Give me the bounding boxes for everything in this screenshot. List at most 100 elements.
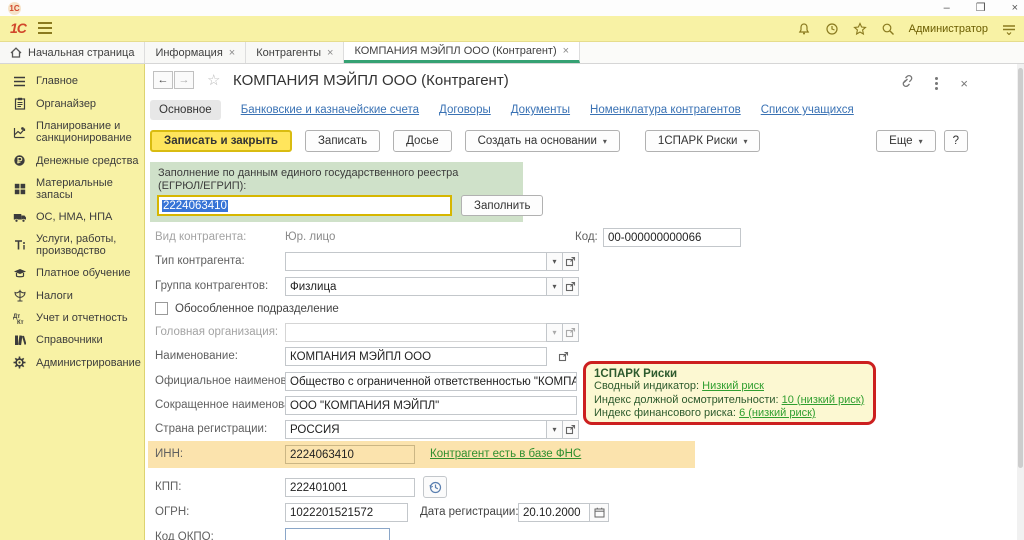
- close-tab-icon[interactable]: ×: [229, 47, 235, 59]
- name-open-button[interactable]: [555, 347, 572, 366]
- group-label: Группа контрагентов:: [155, 280, 268, 292]
- sidebar-item-label: Администрирование: [36, 357, 141, 369]
- sidebar-item-accounting[interactable]: ДтКт Учет и отчетность: [0, 307, 144, 329]
- nav-link-bank-accounts[interactable]: Банковские и казначейские счета: [241, 104, 419, 116]
- main-menu-icon[interactable]: [38, 22, 52, 34]
- country-open-button[interactable]: [562, 420, 579, 439]
- dossier-button[interactable]: Досье: [393, 130, 451, 152]
- gear-icon: [12, 356, 27, 369]
- sidebar-item-services[interactable]: Услуги, работы, производство: [0, 228, 144, 262]
- sidebar-item-planning[interactable]: Планирование и санкционирование: [0, 115, 144, 149]
- short-name-input[interactable]: ООО "КОМПАНИЯ МЭЙПЛ": [285, 396, 577, 415]
- tab-contractors[interactable]: Контрагенты ×: [246, 42, 344, 63]
- type-input[interactable]: [285, 252, 547, 271]
- sidebar-item-label: Налоги: [36, 290, 73, 302]
- reg-date-input[interactable]: 20.10.2000: [518, 503, 590, 522]
- application-window: 1C – ❒ × 1С Администратор: [0, 0, 1024, 540]
- sections-sidebar: Главное Органайзер Планирование и санкци…: [0, 64, 145, 540]
- head-org-open-button[interactable]: [562, 323, 579, 342]
- nav-tab-main[interactable]: Основное: [150, 100, 221, 120]
- spark-summary-row: Сводный индикатор: Низкий риск: [594, 380, 865, 394]
- sidebar-item-assets[interactable]: ОС, НМА, НПА: [0, 206, 144, 228]
- tab-information[interactable]: Информация ×: [145, 42, 246, 63]
- sidebar-item-organizer[interactable]: Органайзер: [0, 92, 144, 115]
- nav-link-contracts[interactable]: Договоры: [439, 104, 491, 116]
- maximize-button[interactable]: ❒: [976, 3, 986, 13]
- close-tab-icon[interactable]: ×: [327, 47, 333, 59]
- head-org-dropdown-button[interactable]: ▾: [546, 323, 563, 342]
- spark-row-label: Индекс должной осмотрительности:: [594, 394, 779, 406]
- search-icon[interactable]: [881, 22, 895, 36]
- favorite-star-icon[interactable]: ☆: [207, 71, 220, 89]
- nav-link-nomenclature[interactable]: Номенклатура контрагентов: [590, 104, 741, 116]
- spark-summary-link[interactable]: Низкий риск: [702, 380, 764, 392]
- kpp-input[interactable]: 222401001: [285, 478, 415, 497]
- close-form-icon[interactable]: ×: [960, 76, 968, 91]
- fns-check-link[interactable]: Контрагент есть в базе ФНС: [430, 448, 581, 460]
- inn-input[interactable]: 2224063410: [285, 445, 415, 464]
- type-dropdown-button[interactable]: ▾: [546, 252, 563, 271]
- sidebar-item-main[interactable]: Главное: [0, 70, 144, 92]
- button-label: Еще: [889, 135, 912, 147]
- button-label: 1СПАРК Риски: [658, 135, 738, 147]
- spark-risks-button[interactable]: 1СПАРК Риски ▾: [645, 130, 761, 152]
- selected-text: 2224063410: [162, 200, 228, 212]
- code-label: Код:: [575, 231, 598, 243]
- home-icon: [10, 47, 22, 58]
- save-and-close-button[interactable]: Записать и закрыть: [150, 130, 292, 152]
- more-options-icon[interactable]: [935, 77, 938, 90]
- spark-financial-link[interactable]: 6 (низкий риск): [739, 407, 816, 419]
- sidebar-item-education[interactable]: Платное обучение: [0, 262, 144, 284]
- spark-diligence-link[interactable]: 10 (низкий риск): [782, 394, 865, 406]
- egrul-fill-panel: Заполнение по данным единого государстве…: [150, 162, 523, 222]
- service-menu-icon[interactable]: [1002, 23, 1016, 35]
- sidebar-item-money[interactable]: Денежные средства: [0, 149, 144, 172]
- group-open-button[interactable]: [562, 277, 579, 296]
- close-tab-icon[interactable]: ×: [563, 45, 569, 57]
- ogrn-input[interactable]: 1022201521572: [285, 503, 408, 522]
- vertical-scrollbar[interactable]: [1017, 64, 1024, 540]
- favorites-star-icon[interactable]: [853, 22, 867, 36]
- inventory-icon: [12, 183, 27, 195]
- sidebar-item-administration[interactable]: Администрирование: [0, 351, 144, 374]
- get-link-icon[interactable]: [898, 74, 913, 93]
- separate-unit-checkbox[interactable]: [155, 302, 168, 315]
- nav-link-students-list[interactable]: Список учащихся: [761, 104, 854, 116]
- scrollbar-thumb[interactable]: [1018, 68, 1023, 468]
- tab-contractor-card[interactable]: КОМПАНИЯ МЭЙПЛ ООО (Контрагент) ×: [344, 42, 580, 63]
- forward-button[interactable]: →: [174, 71, 194, 89]
- more-button[interactable]: Еще ▾: [876, 130, 935, 152]
- group-dropdown-button[interactable]: ▾: [546, 277, 563, 296]
- reg-date-calendar-button[interactable]: [589, 503, 609, 522]
- group-input[interactable]: Физлица: [285, 277, 547, 296]
- nav-link-documents[interactable]: Документы: [511, 104, 570, 116]
- name-input[interactable]: КОМПАНИЯ МЭЙПЛ ООО: [285, 347, 547, 366]
- spark-financial-row: Индекс финансового риска: 6 (низкий риск…: [594, 407, 865, 421]
- code-input[interactable]: 00-000000000066: [603, 228, 741, 247]
- country-input[interactable]: РОССИЯ: [285, 420, 547, 439]
- sidebar-item-inventory[interactable]: Материальные запасы: [0, 172, 144, 206]
- save-button[interactable]: Записать: [305, 130, 380, 152]
- help-button[interactable]: ?: [944, 130, 968, 152]
- type-open-button[interactable]: [562, 252, 579, 271]
- notifications-bell-icon[interactable]: [797, 22, 811, 36]
- close-window-button[interactable]: ×: [1012, 3, 1018, 13]
- current-user-label[interactable]: Администратор: [909, 23, 988, 35]
- sidebar-item-catalogs[interactable]: Справочники: [0, 329, 144, 351]
- fill-button[interactable]: Заполнить: [461, 195, 543, 216]
- minimize-button[interactable]: –: [944, 3, 950, 13]
- sidebar-item-taxes[interactable]: Налоги: [0, 284, 144, 307]
- contractor-form: ← → ☆ КОМПАНИЯ МЭЙПЛ ООО (Контрагент) × …: [145, 64, 1024, 540]
- create-based-on-button[interactable]: Создать на основании ▾: [465, 130, 620, 152]
- okpo-input[interactable]: [285, 528, 390, 540]
- history-icon[interactable]: [825, 22, 839, 36]
- tab-home[interactable]: Начальная страница: [0, 42, 145, 63]
- head-org-input[interactable]: [285, 323, 547, 342]
- kpp-history-button[interactable]: [423, 476, 447, 498]
- form-toolbar: Записать и закрыть Записать Досье Создат…: [150, 130, 760, 152]
- official-name-input[interactable]: Общество с ограниченной ответственностью…: [285, 372, 577, 391]
- country-dropdown-button[interactable]: ▾: [546, 420, 563, 439]
- back-button[interactable]: ←: [153, 71, 173, 89]
- egrul-inn-input[interactable]: 2224063410: [157, 195, 452, 216]
- separate-unit-label: Обособленное подразделение: [175, 303, 339, 315]
